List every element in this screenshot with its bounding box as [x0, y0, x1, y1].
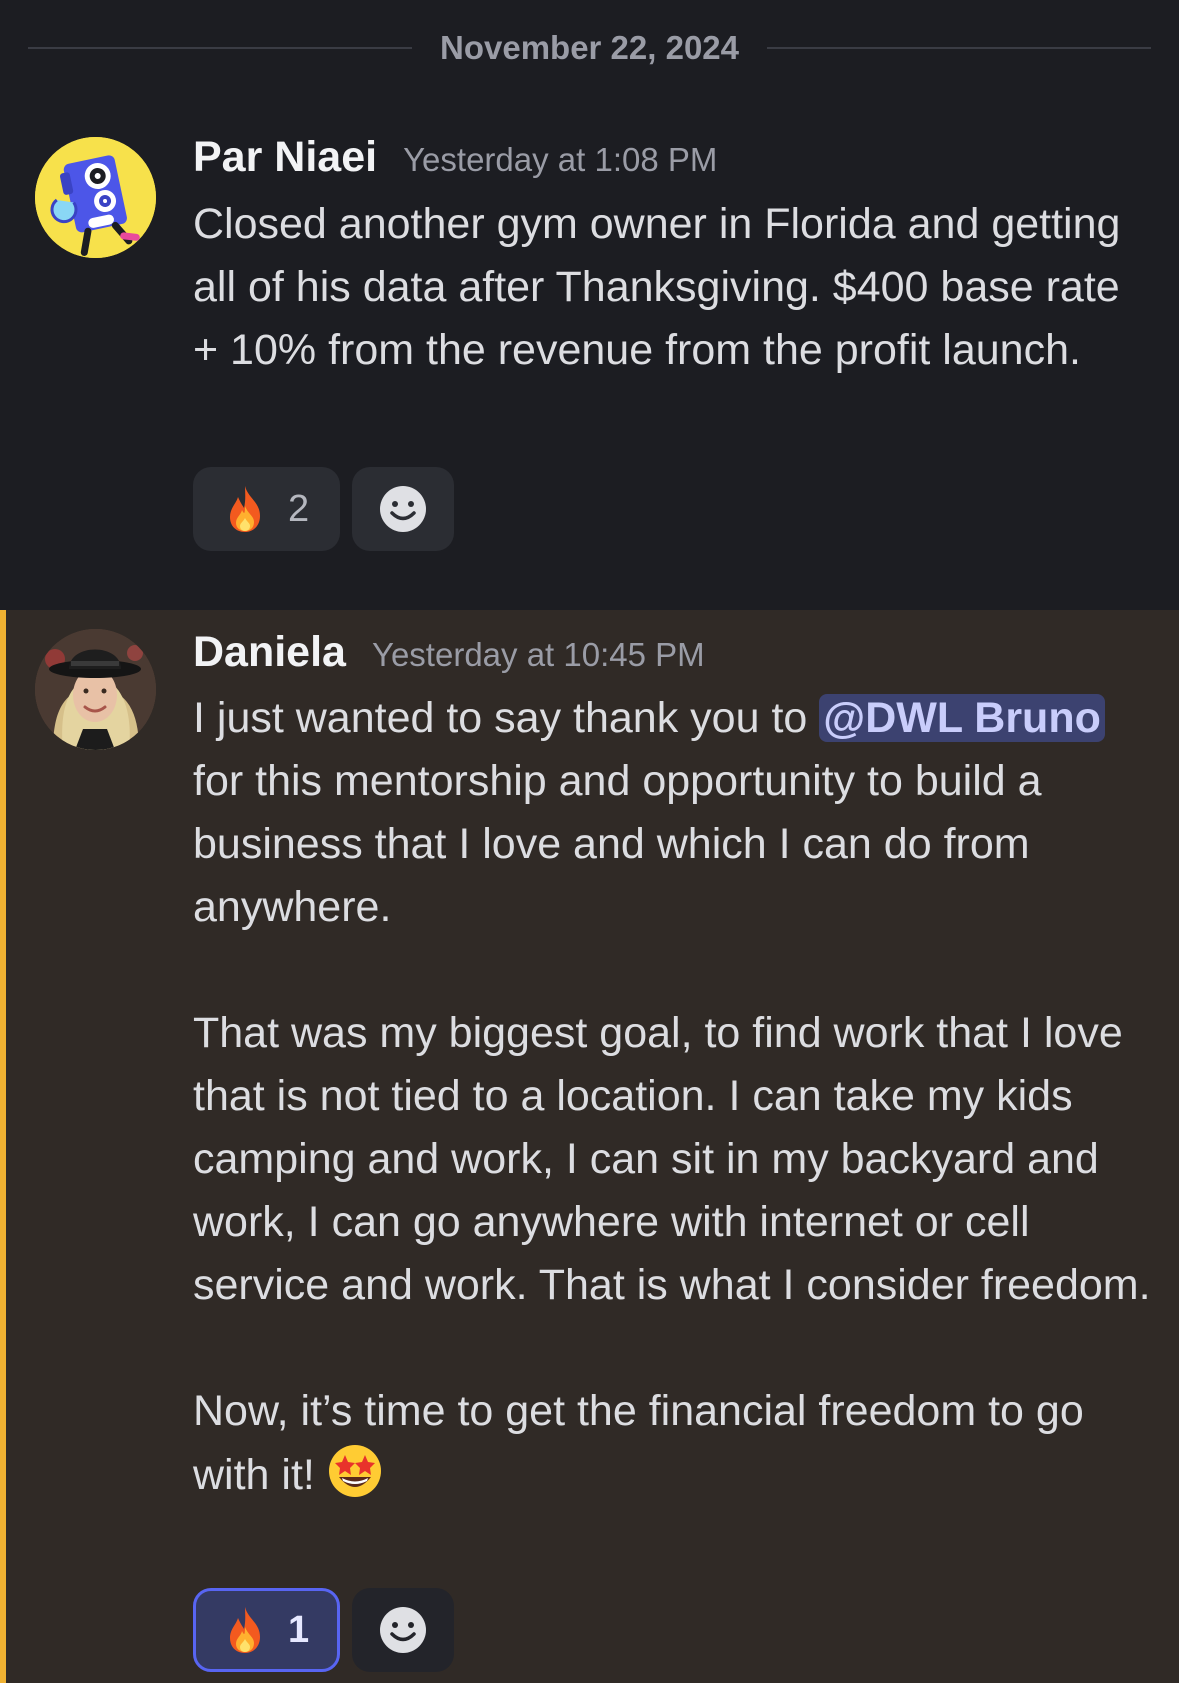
date-divider: November 22, 2024	[0, 0, 1179, 95]
reaction-count: 1	[288, 1608, 310, 1651]
username[interactable]: Par Niaei	[193, 133, 377, 182]
user-photo-avatar-icon	[35, 629, 156, 750]
avatar[interactable]	[35, 629, 156, 750]
smiley-icon	[380, 1607, 427, 1653]
add-reaction-button[interactable]	[352, 467, 455, 551]
robot-avatar-icon	[35, 137, 156, 258]
star-struck-emoji-icon	[328, 1445, 381, 1497]
divider-line-right	[767, 46, 1152, 49]
message-par-niaei[interactable]: Par Niaei Yesterday at 1:08 PM Closed an…	[0, 95, 1179, 610]
reaction-bar: 2	[193, 467, 455, 551]
intro-text: I just wanted to say thank you to	[193, 694, 820, 742]
add-reaction-button[interactable]	[352, 1588, 455, 1672]
date-label: November 22, 2024	[440, 28, 740, 66]
smiley-icon	[380, 486, 427, 532]
divider-line-left	[28, 46, 412, 49]
user-mention[interactable]: @DWL Bruno	[819, 694, 1105, 742]
reaction-fire-active[interactable]: 1	[193, 1588, 341, 1672]
reaction-fire[interactable]: 2	[193, 467, 341, 551]
reaction-bar: 1	[193, 1588, 455, 1672]
timestamp: Yesterday at 1:08 PM	[403, 141, 718, 178]
username[interactable]: Daniela	[193, 628, 346, 677]
intro-rest-text: for this mentorship and opportunity to b…	[193, 757, 1042, 931]
message-daniela[interactable]: Daniela Yesterday at 10:45 PM I just wan…	[0, 610, 1179, 1683]
fire-icon	[230, 486, 260, 532]
mention-highlight-bar	[0, 610, 6, 1683]
message-header: Par Niaei Yesterday at 1:08 PM	[193, 133, 717, 182]
message-header: Daniela Yesterday at 10:45 PM	[193, 628, 705, 677]
timestamp: Yesterday at 10:45 PM	[371, 636, 705, 673]
reaction-count: 2	[288, 487, 310, 530]
fire-icon	[230, 1607, 260, 1653]
message-paragraph: Closed another gym owner in Florida and …	[193, 200, 1121, 374]
message-content: Closed another gym owner in Florida and …	[193, 193, 1153, 382]
message-content: I just wanted to say thank you to @DWL B…	[193, 687, 1153, 1507]
message-paragraph-3: Now, it’s time to get the financial free…	[193, 1380, 1153, 1507]
message-paragraph-1: I just wanted to say thank you to @DWL B…	[193, 687, 1153, 939]
message-paragraph-2: That was my biggest goal, to find work t…	[193, 1009, 1151, 1309]
avatar[interactable]	[35, 137, 156, 258]
